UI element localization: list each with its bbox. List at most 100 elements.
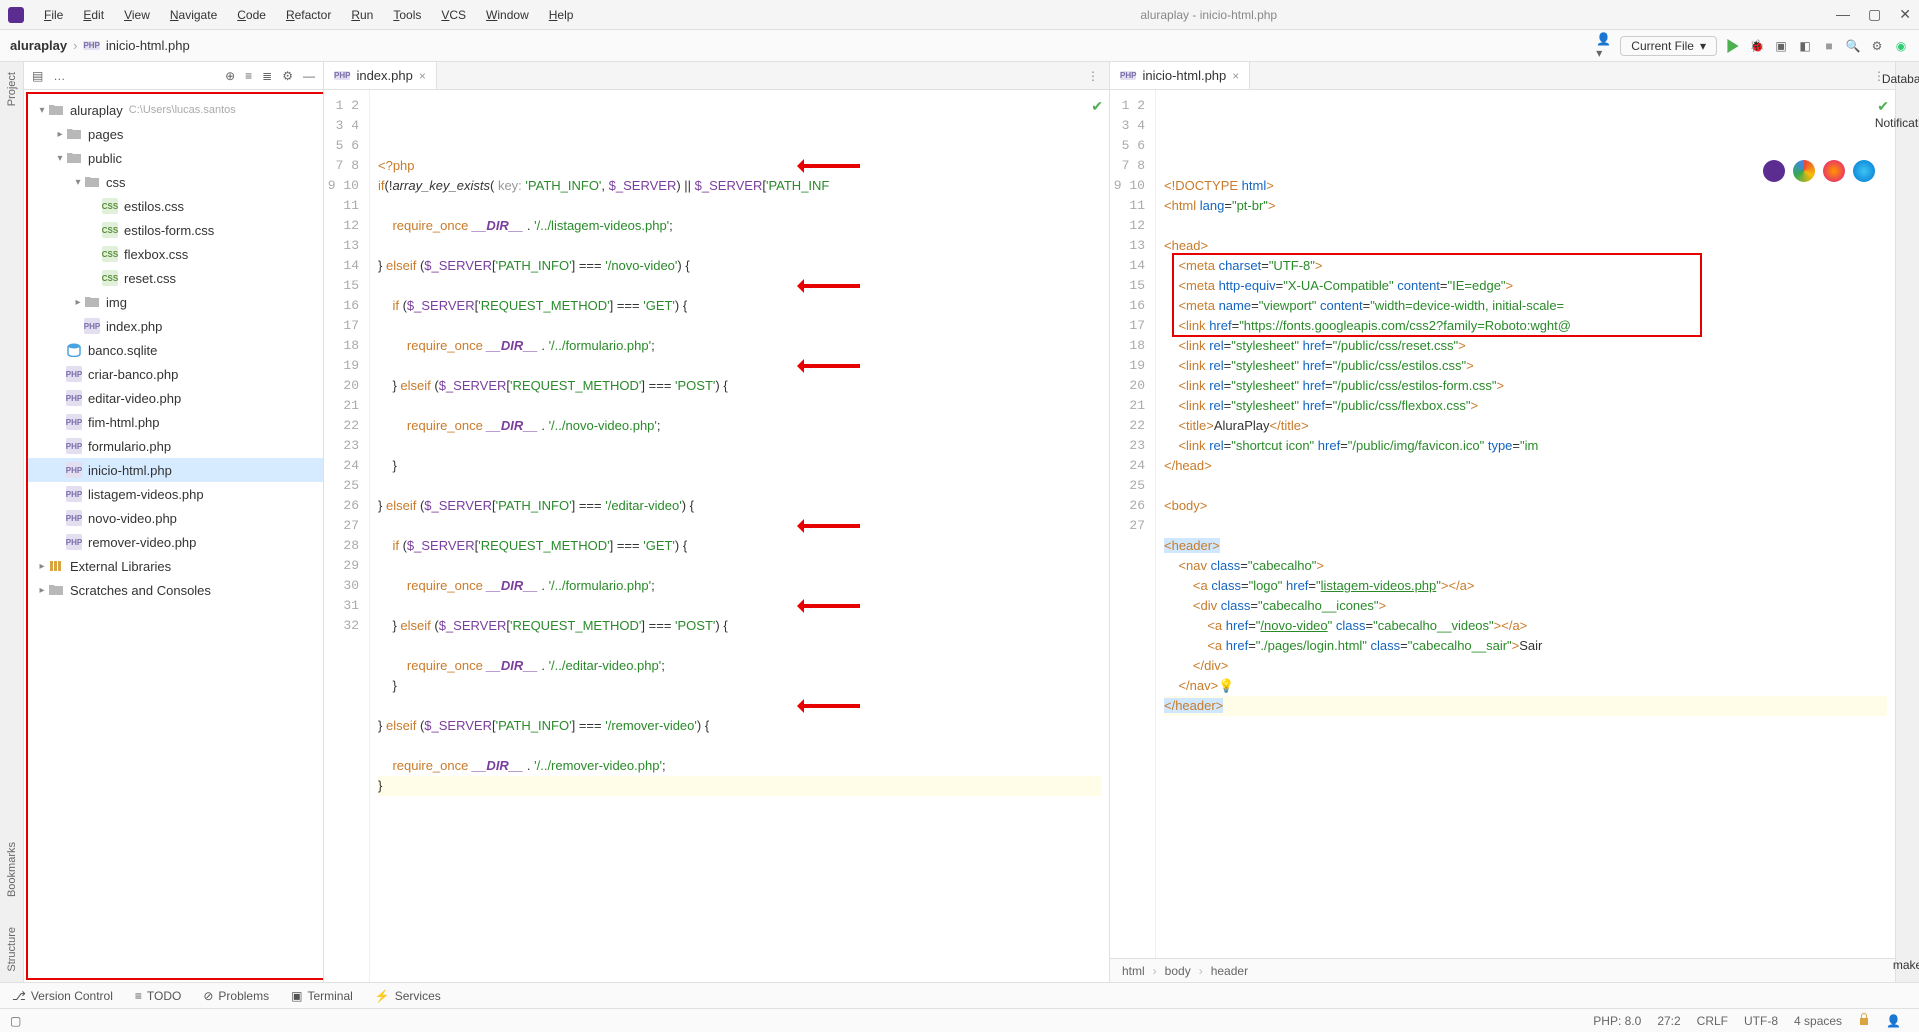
menu-file[interactable]: File: [36, 4, 71, 26]
tree-item-remover-video-php[interactable]: PHPremover-video.php: [28, 530, 323, 554]
close-tab-icon[interactable]: ×: [419, 69, 426, 83]
minimize-icon[interactable]: —: [1836, 6, 1850, 23]
close-icon[interactable]: ✕: [1899, 6, 1911, 23]
status-indent[interactable]: 4 spaces: [1786, 1014, 1850, 1028]
lock-icon[interactable]: [1850, 1013, 1878, 1028]
tool-make[interactable]: make: [1893, 958, 1919, 972]
tree-item-public[interactable]: ▾public: [28, 146, 323, 170]
coverage-icon[interactable]: ▣: [1773, 38, 1789, 54]
tree-item-flexbox-css[interactable]: CSSflexbox.css: [28, 242, 323, 266]
tree-item-reset-css[interactable]: CSSreset.css: [28, 266, 323, 290]
project-panel: ▤ … ⊕ ≡ ≣ ⚙ — ▾aluraplayC:\Users\lucas.s…: [24, 62, 324, 982]
tree-item-estilos-form-css[interactable]: CSSestilos-form.css: [28, 218, 323, 242]
tool-database[interactable]: Database: [1882, 72, 1919, 86]
run-target-dropdown[interactable]: Current File ▾: [1620, 36, 1717, 56]
tabs-left: PHP index.php × ⋮: [324, 62, 1109, 90]
menu-view[interactable]: View: [116, 4, 158, 26]
code-area-left[interactable]: 1 2 3 4 5 6 7 8 9 10 11 12 13 14 15 16 1…: [324, 90, 1109, 982]
profile-icon[interactable]: ◧: [1797, 38, 1813, 54]
db-icon: [66, 342, 82, 358]
tree-item-editar-video-php[interactable]: PHPeditar-video.php: [28, 386, 323, 410]
status-eol[interactable]: CRLF: [1689, 1014, 1736, 1028]
crumb-header[interactable]: header: [1211, 964, 1248, 978]
breadcrumb-project[interactable]: aluraplay: [10, 38, 67, 53]
tree-item-pages[interactable]: ▸pages: [28, 122, 323, 146]
stop-icon[interactable]: ■: [1821, 38, 1837, 54]
gear-icon[interactable]: ⚙: [1869, 38, 1885, 54]
menu-edit[interactable]: Edit: [75, 4, 112, 26]
tool-todo[interactable]: ≡TODO: [135, 989, 181, 1003]
search-icon[interactable]: 🔍: [1845, 38, 1861, 54]
tree-item-inicio-html-php[interactable]: PHPinicio-html.php: [28, 458, 323, 482]
inspection-ok-icon: ✔: [1877, 96, 1889, 116]
tree-item-listagem-videos-php[interactable]: PHPlistagem-videos.php: [28, 482, 323, 506]
tree-item-img[interactable]: ▸img: [28, 290, 323, 314]
close-tab-icon[interactable]: ×: [1232, 69, 1239, 83]
hide-icon[interactable]: —: [303, 69, 315, 83]
maximize-icon[interactable]: ▢: [1868, 6, 1881, 23]
tree-item-estilos-css[interactable]: CSSestilos.css: [28, 194, 323, 218]
php-icon: PHP: [66, 438, 82, 454]
menu-refactor[interactable]: Refactor: [278, 4, 339, 26]
project-tree[interactable]: ▾aluraplayC:\Users\lucas.santos▸pages▾pu…: [26, 92, 323, 980]
status-icon[interactable]: ▢: [10, 1014, 21, 1028]
tree-item-aluraplay[interactable]: ▾aluraplayC:\Users\lucas.santos: [28, 98, 323, 122]
php-icon: PHP: [66, 462, 82, 478]
tool-version-control[interactable]: ⎇Version Control: [12, 989, 113, 1003]
chrome-icon[interactable]: [1793, 160, 1815, 182]
collapse-icon[interactable]: ≣: [262, 69, 272, 83]
edge-icon[interactable]: [1853, 160, 1875, 182]
tool-project[interactable]: Project: [6, 72, 18, 106]
tree-item-fim-html-php[interactable]: PHPfim-html.php: [28, 410, 323, 434]
locate-icon[interactable]: ⊕: [225, 69, 235, 83]
firefox-icon[interactable]: [1823, 160, 1845, 182]
crumb-body[interactable]: body: [1165, 964, 1191, 978]
menu-navigate[interactable]: Navigate: [162, 4, 225, 26]
menu-run[interactable]: Run: [343, 4, 381, 26]
code[interactable]: ✔ <!DOCTYPE html><html lang="pt-br"> <he…: [1156, 90, 1895, 958]
status-enc[interactable]: UTF-8: [1736, 1014, 1786, 1028]
debug-icon[interactable]: 🐞: [1749, 38, 1765, 54]
tabs-right: PHP inicio-html.php × ⋮: [1110, 62, 1895, 90]
user-icon[interactable]: 👤▾: [1596, 38, 1612, 54]
more-icon[interactable]: …: [53, 69, 65, 83]
tree-item-formulario-php[interactable]: PHPformulario.php: [28, 434, 323, 458]
tool-bookmarks[interactable]: Bookmarks: [6, 842, 18, 897]
crumb-html[interactable]: html: [1122, 964, 1145, 978]
tree-item-index-php[interactable]: PHPindex.php: [28, 314, 323, 338]
tree-item-external-libraries[interactable]: ▸External Libraries: [28, 554, 323, 578]
gutter: 1 2 3 4 5 6 7 8 9 10 11 12 13 14 15 16 1…: [324, 90, 370, 982]
gear-icon[interactable]: ⚙: [282, 69, 293, 83]
menu-window[interactable]: Window: [478, 4, 537, 26]
reader-icon[interactable]: 👤: [1878, 1014, 1909, 1028]
tool-structure[interactable]: Structure: [6, 927, 18, 972]
tree-item-scratches-and-consoles[interactable]: ▸Scratches and Consoles: [28, 578, 323, 602]
tree-item-banco-sqlite[interactable]: banco.sqlite: [28, 338, 323, 362]
tree-item-criar-banco-php[interactable]: PHPcriar-banco.php: [28, 362, 323, 386]
menu-vcs[interactable]: VCS: [433, 4, 474, 26]
code-area-right[interactable]: 1 2 3 4 5 6 7 8 9 10 11 12 13 14 15 16 1…: [1110, 90, 1895, 958]
tab-menu-icon[interactable]: ⋮: [1077, 69, 1109, 83]
gutter: 1 2 3 4 5 6 7 8 9 10 11 12 13 14 15 16 1…: [1110, 90, 1156, 958]
folder-icon: [66, 150, 82, 166]
tab-inicio-html-php[interactable]: PHP inicio-html.php ×: [1110, 62, 1250, 89]
tab-index-php[interactable]: PHP index.php ×: [324, 62, 437, 89]
tool-terminal[interactable]: ▣Terminal: [291, 989, 353, 1003]
phpstorm-icon[interactable]: [1763, 160, 1785, 182]
breadcrumb-editor: html›body›header: [1110, 958, 1895, 982]
menu-tools[interactable]: Tools: [385, 4, 429, 26]
status-pos[interactable]: 27:2: [1649, 1014, 1688, 1028]
tool-problems[interactable]: ⊘Problems: [203, 989, 269, 1003]
code[interactable]: ✔ <?phpif(!array_key_exists( key: 'PATH_…: [370, 90, 1109, 982]
run-icon[interactable]: [1725, 38, 1741, 54]
breadcrumb-file[interactable]: inicio-html.php: [106, 38, 190, 53]
status-php[interactable]: PHP: 8.0: [1585, 1014, 1649, 1028]
menu-help[interactable]: Help: [541, 4, 582, 26]
tool-services[interactable]: ⚡Services: [375, 989, 441, 1003]
ai-icon[interactable]: ◉: [1893, 38, 1909, 54]
tree-item-novo-video-php[interactable]: PHPnovo-video.php: [28, 506, 323, 530]
tree-item-css[interactable]: ▾css: [28, 170, 323, 194]
menu-code[interactable]: Code: [229, 4, 274, 26]
expand-icon[interactable]: ≡: [245, 69, 252, 83]
project-view-icon[interactable]: ▤: [32, 69, 43, 83]
